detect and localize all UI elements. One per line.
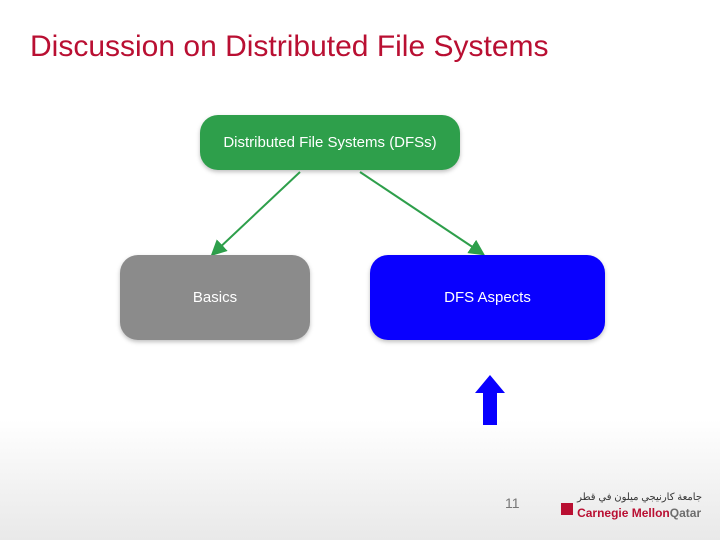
node-aspects: DFS Aspects xyxy=(370,255,605,340)
logo-line1: Carnegie Mellon xyxy=(577,506,670,520)
slide: Discussion on Distributed File Systems D… xyxy=(0,0,720,540)
node-root-label: Distributed File Systems (DFSs) xyxy=(223,134,436,151)
node-basics-label: Basics xyxy=(193,289,237,306)
logo-line2: Qatar xyxy=(670,506,701,520)
node-aspects-label: DFS Aspects xyxy=(444,289,531,306)
node-basics: Basics xyxy=(120,255,310,340)
logo-mark-icon xyxy=(561,503,573,515)
connector-arrows xyxy=(0,170,720,260)
brand-logo: جامعة كارنيجي ميلون في قطر Carnegie Mell… xyxy=(577,493,702,522)
logo-arabic: جامعة كارنيجي ميلون في قطر xyxy=(577,493,702,503)
node-root: Distributed File Systems (DFSs) xyxy=(200,115,460,170)
highlight-arrow-icon xyxy=(475,375,505,425)
background-gradient xyxy=(0,420,720,540)
page-number: 11 xyxy=(505,495,520,511)
slide-title: Discussion on Distributed File Systems xyxy=(30,30,690,64)
diagram: Distributed File Systems (DFSs) Basics D… xyxy=(0,115,720,395)
